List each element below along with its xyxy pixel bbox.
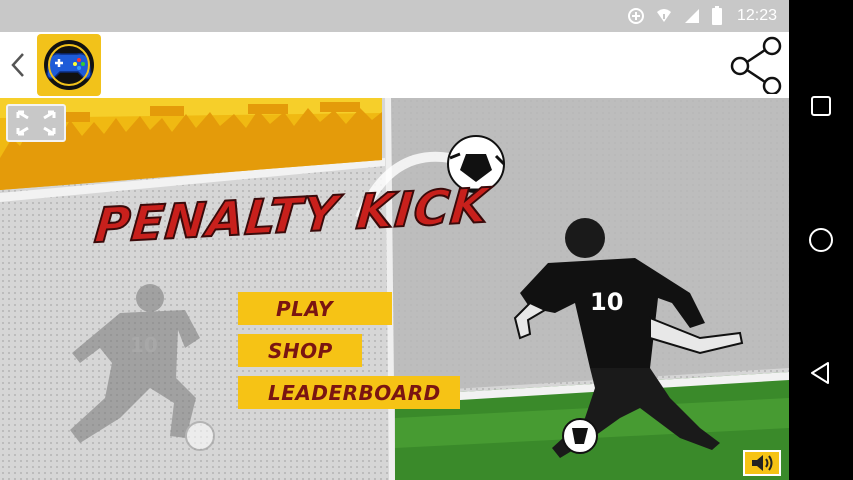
data-saver-icon [627, 8, 644, 24]
back-icon[interactable] [803, 355, 839, 391]
recent-apps-icon[interactable] [803, 88, 839, 124]
battery-icon [711, 6, 722, 25]
cell-signal-icon [684, 9, 699, 23]
home-icon[interactable] [803, 222, 839, 258]
game-canvas[interactable]: PENALTY KICK 10 10 PLAY SHOP LEADERBOARD [0, 98, 789, 480]
shop-button[interactable]: SHOP [238, 334, 362, 367]
status-bar: 12:23 [0, 0, 789, 32]
device-screen: 12:23 PENALTY KICK 10 10 PLAY SHOP LEADE… [0, 0, 789, 480]
ghost-jersey-number: 10 [130, 333, 158, 357]
status-icons: 12:23 [627, 0, 777, 32]
wifi-icon [656, 9, 671, 22]
speaker-icon[interactable] [743, 450, 781, 476]
status-time: 12:23 [736, 7, 777, 24]
navigation-bar [789, 0, 853, 480]
leaderboard-button[interactable]: LEADERBOARD [238, 376, 460, 409]
gamepad-app-icon[interactable] [37, 34, 101, 96]
play-button[interactable]: PLAY [238, 292, 392, 325]
game-background [0, 98, 789, 480]
back-chevron-icon[interactable] [6, 50, 30, 80]
jersey-number: 10 [590, 288, 624, 316]
app-bar [0, 32, 789, 98]
fullscreen-icon[interactable] [6, 104, 66, 142]
share-icon[interactable] [728, 36, 786, 96]
